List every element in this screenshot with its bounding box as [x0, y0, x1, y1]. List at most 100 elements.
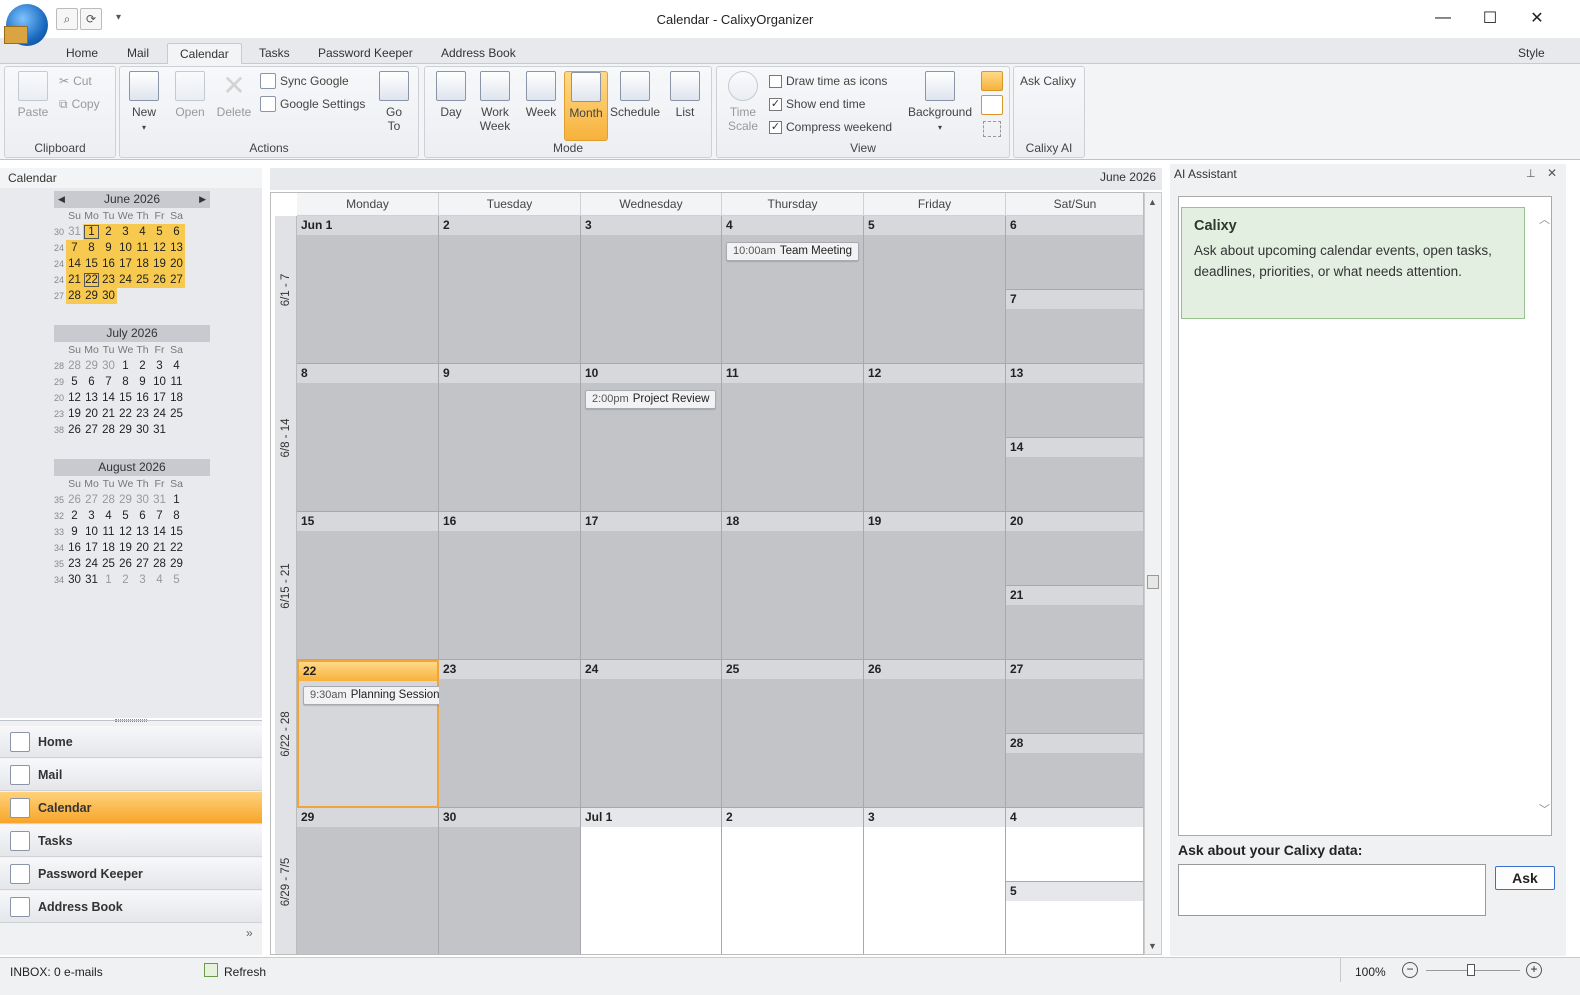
nav-address-book[interactable]: Address Book	[0, 891, 262, 923]
day-cell[interactable]: 3	[864, 808, 1006, 954]
nav-home[interactable]: Home	[0, 726, 262, 758]
mini-calendar-grid[interactable]: Su Mo Tu We Th Fr Sa 35 26 27 28 29 30 31 1 32 2 3 4 5 6 7 8…	[52, 476, 185, 588]
scroll-thumb[interactable]	[1147, 575, 1159, 589]
copy-button[interactable]: ⧉ Copy	[59, 94, 100, 114]
week-label[interactable]: 6/1 - 7	[275, 216, 297, 364]
day-cell[interactable]: 24	[581, 660, 722, 808]
day-cell[interactable]: 21	[1006, 586, 1143, 660]
view-style-1-icon[interactable]	[981, 71, 1003, 91]
day-cell[interactable]: 5	[1006, 882, 1143, 954]
day-cell[interactable]: 2	[439, 216, 581, 364]
calendar-scrollbar[interactable]: ▲ ▼	[1144, 192, 1162, 955]
day-cell[interactable]: 4	[1006, 808, 1143, 882]
week-view-button[interactable]: Week	[519, 71, 563, 119]
scroll-up-icon[interactable]: ▲	[1148, 197, 1157, 207]
nav-mail[interactable]: Mail	[0, 759, 262, 791]
time-scale-button[interactable]: Time Scale	[723, 71, 763, 133]
new-button[interactable]: New ▾	[126, 71, 162, 135]
configure-buttons-icon[interactable]: »	[246, 926, 253, 940]
view-style-2-icon[interactable]	[981, 95, 1003, 115]
ask-input[interactable]	[1178, 864, 1486, 916]
splitter-grip-icon[interactable]	[115, 719, 147, 722]
close-button[interactable]: ✕	[1514, 4, 1560, 32]
zoom-in-icon[interactable]: +	[1526, 962, 1542, 978]
minimize-button[interactable]: —	[1420, 4, 1466, 32]
day-cell[interactable]: 16	[439, 512, 581, 660]
calendar-event[interactable]: 9:30am Planning Session	[303, 686, 447, 705]
day-view-button[interactable]: Day	[431, 71, 471, 119]
day-cell[interactable]: 13	[1006, 364, 1143, 438]
day-cell[interactable]: 26	[864, 660, 1006, 808]
compress-weekend-checkbox[interactable]: ✓ Compress weekend	[769, 117, 892, 137]
log-scroll-up-icon[interactable]: ︿	[1539, 211, 1550, 227]
style-menu[interactable]: Style	[1506, 43, 1557, 64]
day-cell[interactable]: 8	[297, 364, 439, 512]
log-scroll-down-icon[interactable]: ﹀	[1539, 801, 1550, 817]
nav-calendar[interactable]: Calendar	[0, 792, 262, 824]
tab-home[interactable]: Home	[54, 43, 110, 64]
day-cell[interactable]: 7	[1006, 290, 1143, 364]
ask-button[interactable]: Ask	[1495, 866, 1555, 890]
tab-calendar[interactable]: Calendar	[167, 43, 242, 64]
day-cell[interactable]: 25	[722, 660, 864, 808]
app-logo-icon[interactable]	[4, 4, 48, 46]
go-to-button[interactable]: Go To	[376, 71, 412, 133]
day-cell[interactable]: 18	[722, 512, 864, 660]
day-cell[interactable]: 5	[864, 216, 1006, 364]
google-settings-button[interactable]: Google Settings	[260, 94, 365, 114]
cut-button[interactable]: ✂ Cut	[59, 71, 92, 91]
day-cell[interactable]: 17	[581, 512, 722, 660]
day-cell[interactable]: 23	[439, 660, 581, 808]
calendar-event[interactable]: 10:00am Team Meeting	[726, 242, 860, 261]
nav-tasks[interactable]: Tasks	[0, 825, 262, 857]
day-cell[interactable]: 9	[439, 364, 581, 512]
close-panel-icon[interactable]: ✕	[1547, 166, 1557, 180]
sync-google-button[interactable]: Sync Google	[260, 71, 349, 91]
maximize-button[interactable]: ☐	[1467, 4, 1513, 32]
mini-calendar-grid[interactable]: Su Mo Tu We Th Fr Sa 28 28 29 30 1 2 3 4 29 5 6 7 8 9 10 11 …	[52, 342, 185, 438]
list-view-button[interactable]: List	[665, 71, 705, 119]
day-cell[interactable]: 14	[1006, 438, 1143, 512]
day-cell[interactable]: 27	[1006, 660, 1143, 734]
refresh-icon[interactable]	[204, 963, 218, 977]
view-style-3-icon[interactable]	[983, 121, 1001, 137]
day-cell[interactable]: 2	[722, 808, 864, 954]
day-cell-today[interactable]: 22 9:30am Planning Session	[297, 660, 447, 808]
refresh-button[interactable]: Refresh	[224, 965, 266, 979]
calendar-event[interactable]: 2:00pm Project Review	[585, 390, 717, 409]
tab-tasks[interactable]: Tasks	[247, 43, 302, 64]
week-label[interactable]: 6/22 - 28	[275, 660, 297, 808]
day-cell[interactable]: 10 2:00pm Project Review	[581, 364, 722, 512]
open-button[interactable]: Open	[170, 71, 210, 119]
day-cell[interactable]: 11	[722, 364, 864, 512]
day-cell[interactable]: 19	[864, 512, 1006, 660]
day-cell[interactable]: 4 10:00am Team Meeting	[722, 216, 864, 364]
day-cell[interactable]: 30	[439, 808, 581, 954]
next-month-icon[interactable]: ▶	[199, 191, 206, 208]
background-button[interactable]: Background ▾	[907, 71, 973, 135]
tab-mail[interactable]: Mail	[115, 43, 161, 64]
tab-password-keeper[interactable]: Password Keeper	[306, 43, 425, 64]
ask-calixy-button[interactable]: Ask Calixy	[1020, 71, 1076, 91]
paste-button[interactable]: Paste	[13, 71, 53, 119]
nav-password-keeper[interactable]: Password Keeper	[0, 858, 262, 890]
delete-button[interactable]: ✕ Delete	[214, 71, 254, 120]
day-cell[interactable]: Jul 1	[581, 808, 722, 954]
prev-month-icon[interactable]: ◀	[58, 191, 65, 208]
day-cell[interactable]: 29	[297, 808, 439, 954]
draw-time-as-icons-checkbox[interactable]: Draw time as icons	[769, 71, 887, 91]
month-grid[interactable]: Monday Tuesday Wednesday Thursday Friday…	[270, 192, 1144, 955]
week-label[interactable]: 6/29 - 7/5	[275, 808, 297, 954]
day-cell[interactable]: Jun 1	[297, 216, 439, 364]
day-cell[interactable]: 12	[864, 364, 1006, 512]
week-label[interactable]: 6/15 - 21	[275, 512, 297, 660]
zoom-out-icon[interactable]: −	[1402, 962, 1418, 978]
day-cell[interactable]: 15	[297, 512, 439, 660]
schedule-view-button[interactable]: Schedule	[610, 71, 660, 119]
show-end-time-checkbox[interactable]: ✓ Show end time	[769, 94, 865, 114]
zoom-slider-thumb[interactable]	[1467, 964, 1475, 976]
scroll-down-icon[interactable]: ▼	[1148, 941, 1157, 951]
day-cell[interactable]: 6	[1006, 216, 1143, 290]
day-cell[interactable]: 20	[1006, 512, 1143, 586]
pin-icon[interactable]: ⊥	[1526, 167, 1536, 180]
